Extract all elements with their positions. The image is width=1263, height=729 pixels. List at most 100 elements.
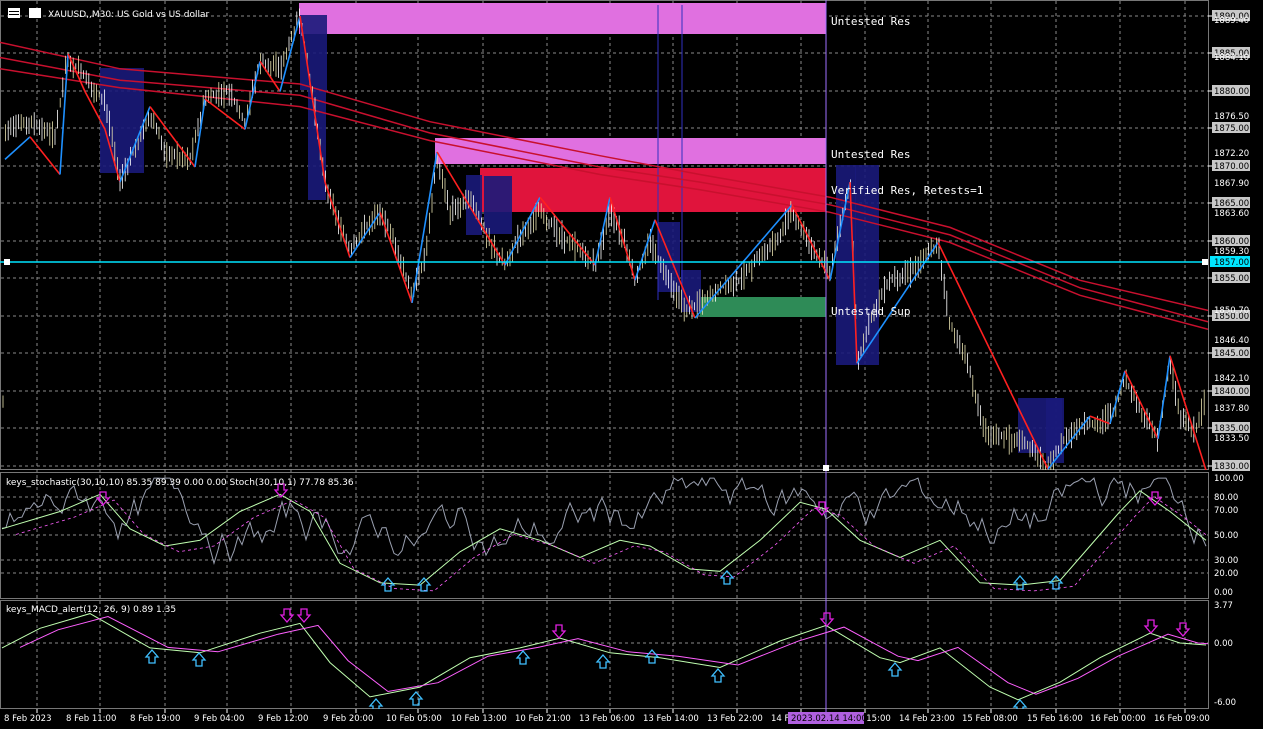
zigzag-segment-1 xyxy=(29,136,61,175)
macd-header: keys_MACD_alert(12, 26, 9) 0.89 1.35 xyxy=(6,605,176,615)
price-plain-label-6: 1859.30 xyxy=(1214,247,1249,257)
price-label-5: 1865.00 xyxy=(1214,199,1249,209)
macd-sell-arrow-icon-4 xyxy=(1143,619,1159,634)
price-line-handle-right[interactable] xyxy=(1202,259,1208,265)
price-label-7: 1855.00 xyxy=(1214,274,1249,284)
zigzag-segment-0 xyxy=(4,136,31,160)
zigzag-segment-35 xyxy=(1157,355,1171,439)
volume-block-5 xyxy=(658,222,680,292)
chart-title-text: XAUUSD,,M30: US Gold vs US dollar xyxy=(48,10,209,20)
zigzag-segment-2 xyxy=(59,53,69,175)
zigzag-segment-8 xyxy=(194,98,206,168)
zone-untested-sup-3 xyxy=(700,297,826,317)
macd-buy-arrow-icon-5 xyxy=(595,654,611,669)
zone-label-3: Untested Sup xyxy=(831,305,910,318)
price-label-11: 1835.00 xyxy=(1214,424,1249,434)
stochastic-header: keys_stochastic(30,10,10) 85.35 89.39 0.… xyxy=(6,478,354,488)
zone-untested-res-0 xyxy=(299,3,826,34)
price-plain-label-8: 1846.40 xyxy=(1214,336,1249,346)
zigzag-segment-14 xyxy=(324,181,351,258)
stochastic-level-4: 30.00 xyxy=(1214,556,1238,566)
macd-buy-arrow-icon-0 xyxy=(144,649,160,664)
price-plain-label-10: 1837.80 xyxy=(1214,404,1249,414)
price-plain-label-4: 1867.90 xyxy=(1214,179,1249,189)
volume-block-2 xyxy=(308,90,326,200)
time-label-2: 8 Feb 19:00 xyxy=(130,714,180,724)
chart-terminal[interactable]: Untested Res Untested Res Verified Res, Re… xyxy=(0,0,1263,729)
price-label-12: 1830.00 xyxy=(1214,462,1249,472)
zone-label-0: Untested Res xyxy=(831,15,910,28)
stochastic-level-0: 100.00 xyxy=(1214,474,1244,484)
chart-window-icon[interactable] xyxy=(8,8,20,18)
price-label-4: 1870.00 xyxy=(1214,162,1249,172)
time-label-11: 13 Feb 22:00 xyxy=(707,714,763,724)
stochastic-sell-arrow-icon-3 xyxy=(1147,491,1163,506)
price-plain-label-11: 1833.50 xyxy=(1214,434,1249,444)
stochastic-level-5: 20.00 xyxy=(1214,569,1238,579)
price-chart[interactable]: Untested Res Untested Res Verified Res, Re… xyxy=(0,0,1263,729)
stochastic-buy-arrow-icon-3 xyxy=(1012,575,1028,590)
zigzag-segment-16 xyxy=(379,212,413,304)
macd-buy-arrow-icon-3 xyxy=(408,691,424,706)
macd-buy-arrow-icon-2 xyxy=(368,698,384,709)
chart-window-icon-bar xyxy=(9,11,19,12)
macd-sell-arrow-icon-2 xyxy=(551,624,567,639)
time-label-9: 13 Feb 06:00 xyxy=(579,714,635,724)
time-label-17: 16 Feb 00:00 xyxy=(1090,714,1146,724)
time-label-5: 9 Feb 20:00 xyxy=(323,714,373,724)
macd-buy-arrow-icon-7 xyxy=(710,668,726,683)
macd-buy-arrow-icon-4 xyxy=(515,650,531,665)
time-label-3: 9 Feb 04:00 xyxy=(194,714,244,724)
zigzag-segment-15 xyxy=(349,211,381,259)
stochastic-level-3: 50.00 xyxy=(1214,531,1238,541)
volume-block-4 xyxy=(484,176,512,234)
zigzag-segment-34 xyxy=(1124,370,1159,440)
macd-buy-arrow-icon-9 xyxy=(1012,699,1028,709)
zigzag-segment-11 xyxy=(259,60,281,92)
stochastic-level-6: 0.00 xyxy=(1214,588,1233,598)
time-label-10: 13 Feb 14:00 xyxy=(643,714,699,724)
price-plain-label-0: 1889.40 xyxy=(1214,16,1249,26)
zigzag-segment-33 xyxy=(1109,370,1126,424)
time-label-6: 10 Feb 05:00 xyxy=(386,714,442,724)
macd-sell-arrow-icon-5 xyxy=(1175,622,1191,637)
time-label-4: 9 Feb 12:00 xyxy=(258,714,308,724)
price-label-3: 1875.00 xyxy=(1214,124,1249,134)
macd-buy-arrow-icon-8 xyxy=(887,662,903,677)
zigzag-segment-26 xyxy=(791,204,831,281)
price-plain-label-3: 1872.20 xyxy=(1214,149,1249,159)
cursor-time-label: 2023.02.14 14:00 xyxy=(791,714,867,724)
time-label-14: 14 Feb 23:00 xyxy=(899,714,955,724)
chart-title: XAUUSD,,M30: US Gold vs US dollar xyxy=(8,8,209,20)
price-plain-label-1: 1884.10 xyxy=(1214,53,1249,63)
price-label-6: 1860.00 xyxy=(1214,237,1249,247)
stochastic-signal-line xyxy=(1,490,1207,586)
macd-pane[interactable] xyxy=(0,600,1209,709)
zigzag-segment-10 xyxy=(244,61,261,130)
time-label-15: 15 Feb 08:00 xyxy=(962,714,1018,724)
price-plain-label-9: 1842.10 xyxy=(1214,374,1249,384)
macd-sell-arrow-icon-3 xyxy=(819,612,835,627)
stochastic-level-1: 80.00 xyxy=(1214,493,1238,503)
price-label-9: 1845.00 xyxy=(1214,349,1249,359)
macd-level-1: 0.00 xyxy=(1214,639,1233,649)
chart-shift-icon[interactable] xyxy=(29,8,41,18)
stochastic-buy-arrow-icon-0 xyxy=(380,577,396,592)
stochastic-buy-arrow-icon-1 xyxy=(416,577,432,592)
zigzag-segment-36 xyxy=(1169,355,1207,470)
macd-level-0: 3.77 xyxy=(1214,601,1233,611)
zone-label-1: Untested Res xyxy=(831,148,910,161)
cursor-handle[interactable] xyxy=(823,465,829,471)
macd-sell-arrow-icon-1 xyxy=(296,608,312,623)
zone-untested-res-1 xyxy=(435,138,826,164)
current-price-label: 1857.00 xyxy=(1214,258,1249,268)
zigzag-segment-9 xyxy=(204,98,246,130)
zigzag-segment-7 xyxy=(149,106,196,168)
price-label-2: 1880.00 xyxy=(1214,87,1249,97)
time-label-18: 16 Feb 09:00 xyxy=(1154,714,1210,724)
price-line-handle-left[interactable] xyxy=(4,259,10,265)
price-label-10: 1840.00 xyxy=(1214,387,1249,397)
time-label-1: 8 Feb 11:00 xyxy=(66,714,116,724)
zigzag-segment-17 xyxy=(411,151,438,304)
volume-block-1 xyxy=(300,15,327,90)
